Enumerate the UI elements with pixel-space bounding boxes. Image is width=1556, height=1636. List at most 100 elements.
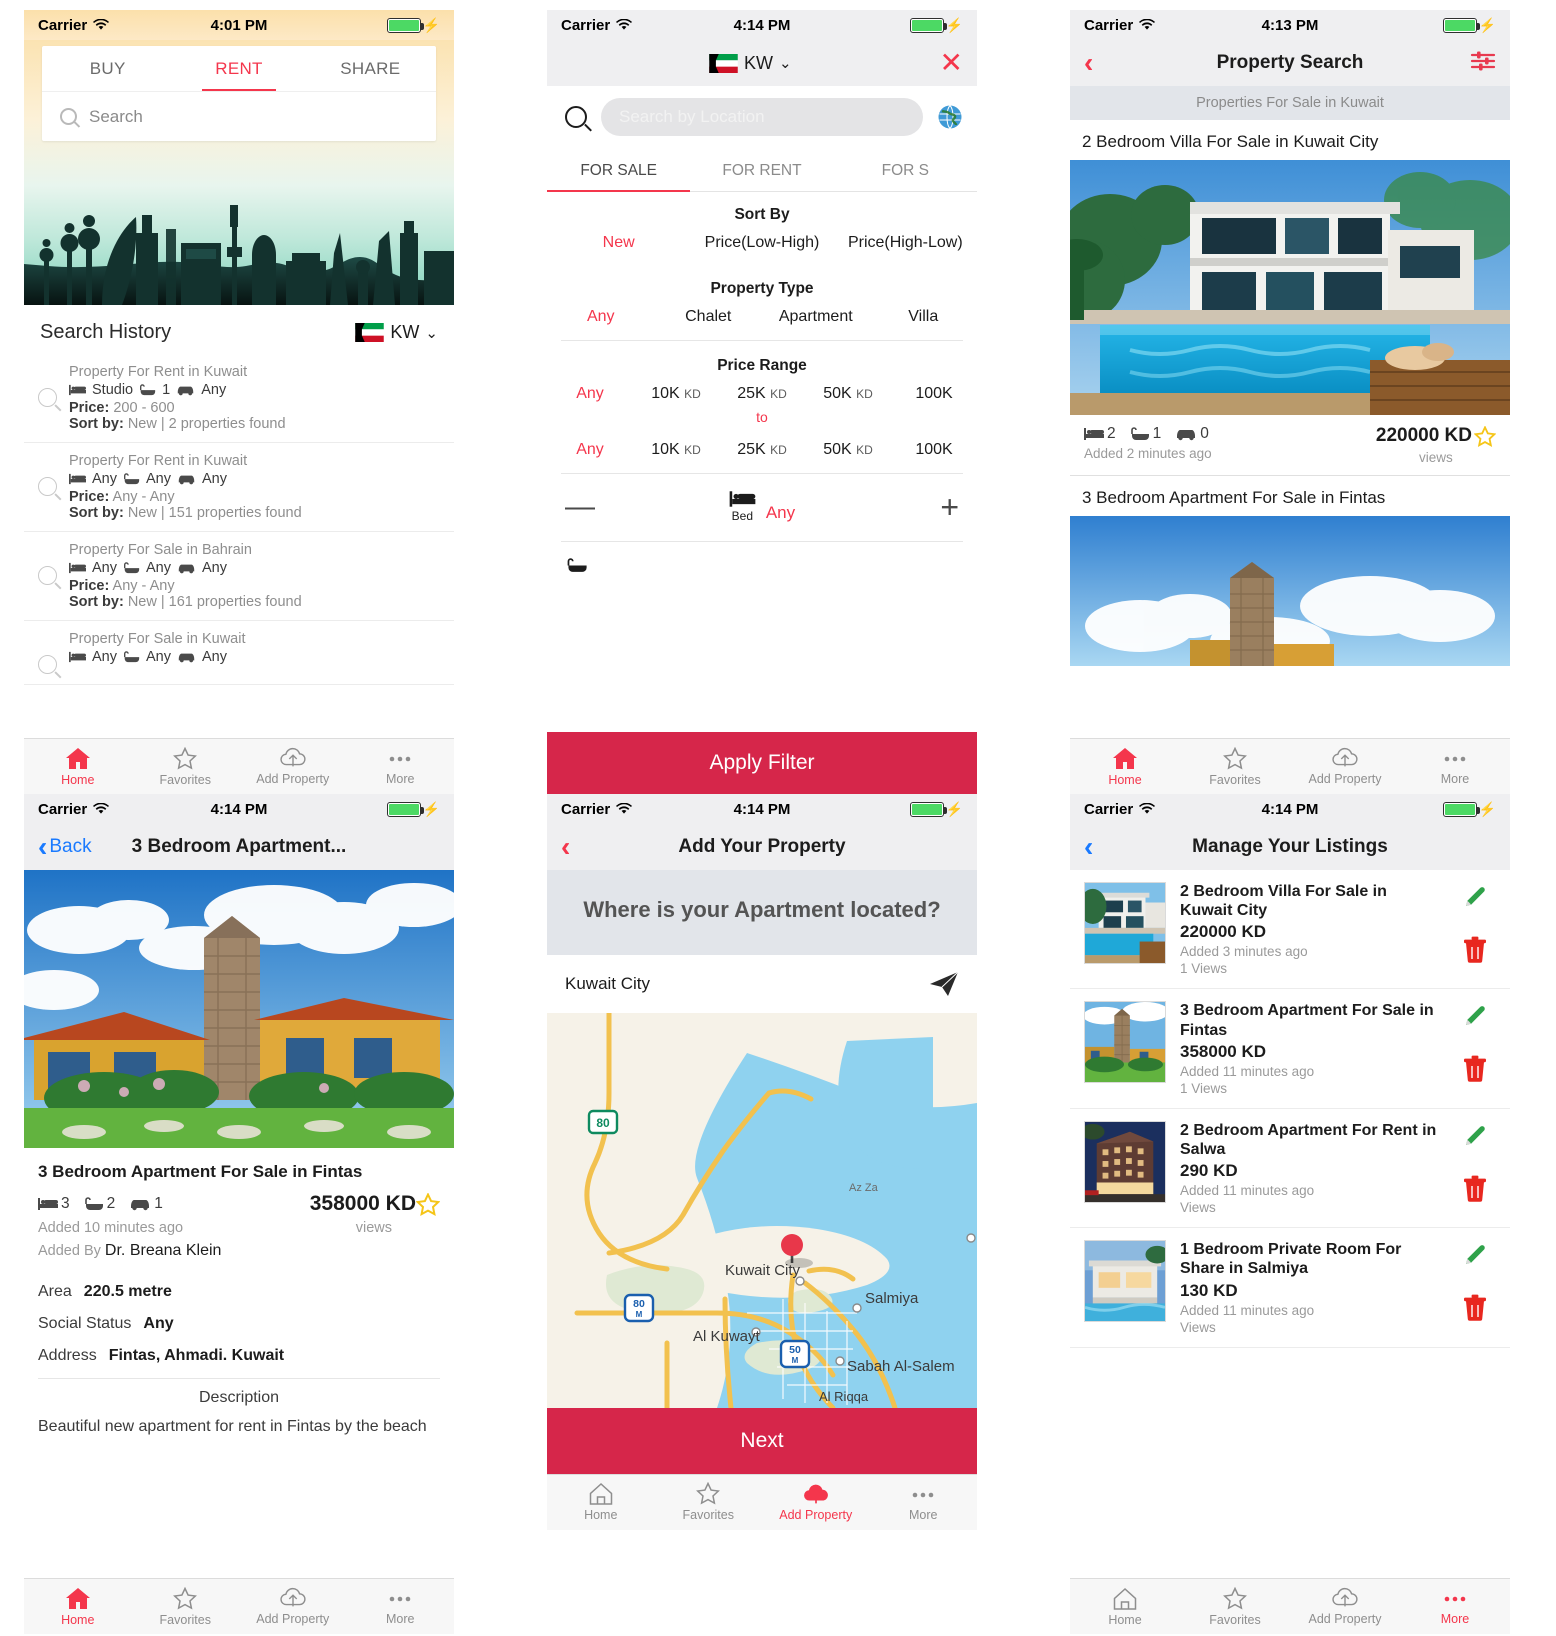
delete-trash-icon[interactable] bbox=[1462, 1055, 1488, 1083]
property-photo[interactable] bbox=[24, 870, 454, 1148]
back-icon[interactable]: ‹ bbox=[1084, 49, 1093, 77]
price-to-50k[interactable]: 50K KD bbox=[805, 441, 891, 459]
sort-option-price-low-high[interactable]: Price(Low-High) bbox=[690, 234, 833, 252]
tab-more[interactable]: More bbox=[1400, 1579, 1510, 1634]
sort-options[interactable]: New Price(Low-High) Price(High-Low) bbox=[547, 224, 977, 266]
tab-home[interactable]: Home bbox=[1070, 739, 1180, 794]
edit-pencil-icon[interactable] bbox=[1462, 1123, 1488, 1149]
property-type-chalet[interactable]: Chalet bbox=[655, 308, 763, 326]
list-item[interactable]: Property For Rent in Kuwait Studio 1 Any… bbox=[24, 354, 454, 443]
tab-home[interactable]: Home bbox=[1070, 1579, 1180, 1634]
filter-mode-tabs[interactable]: FOR SALE FOR RENT FOR S bbox=[547, 150, 977, 192]
edit-pencil-icon[interactable] bbox=[1462, 884, 1488, 910]
property-type-any[interactable]: Any bbox=[547, 308, 655, 326]
tab-add-property[interactable]: Add Property bbox=[1290, 1579, 1400, 1634]
delete-trash-icon[interactable] bbox=[1462, 1175, 1488, 1203]
result-title[interactable]: 3 Bedroom Apartment For Sale in Fintas bbox=[1070, 476, 1510, 516]
filter-sliders-icon[interactable] bbox=[1470, 50, 1496, 77]
location-input-row[interactable]: Kuwait City bbox=[547, 954, 977, 1013]
table-row[interactable]: 2 Bedroom Villa For Sale in Kuwait City … bbox=[1070, 870, 1510, 990]
list-item[interactable]: Property For Sale in Bahrain Any Any Any… bbox=[24, 532, 454, 621]
price-to-any[interactable]: Any bbox=[547, 441, 633, 459]
close-icon[interactable]: ✕ bbox=[940, 49, 963, 77]
back-button[interactable]: ‹ Back bbox=[38, 833, 92, 861]
country-selector[interactable]: KW ⌄ bbox=[709, 53, 792, 74]
globe-icon[interactable] bbox=[937, 104, 963, 130]
tab-more[interactable]: More bbox=[1400, 739, 1510, 794]
price-from-any[interactable]: Any bbox=[547, 385, 633, 403]
tab-rent[interactable]: RENT bbox=[173, 46, 304, 91]
tab-home[interactable]: Home bbox=[24, 1579, 132, 1634]
tab-buy[interactable]: BUY bbox=[42, 46, 173, 91]
tab-add-property[interactable]: Add Property bbox=[1290, 739, 1400, 794]
apply-filter-button[interactable]: Apply Filter bbox=[547, 732, 977, 794]
tab-favorites[interactable]: Favorites bbox=[655, 1475, 763, 1530]
table-row[interactable]: 2 Bedroom Apartment For Rent in Salwa 29… bbox=[1070, 1109, 1510, 1229]
tab-favorites[interactable]: Favorites bbox=[1180, 739, 1290, 794]
result-title[interactable]: 2 Bedroom Villa For Sale in Kuwait City bbox=[1070, 120, 1510, 160]
tab-add-property[interactable]: Add Property bbox=[239, 1579, 347, 1634]
send-location-icon[interactable] bbox=[929, 971, 959, 997]
tab-home[interactable]: Home bbox=[547, 1475, 655, 1530]
price-to-100k[interactable]: 100K bbox=[891, 441, 977, 459]
tab-more[interactable]: More bbox=[347, 739, 455, 794]
search-input[interactable]: Search by Location bbox=[601, 98, 923, 136]
bottom-tab-bar[interactable]: Home Favorites Add Property More bbox=[24, 738, 454, 794]
search-input[interactable]: Search bbox=[42, 92, 436, 141]
tab-favorites[interactable]: Favorites bbox=[132, 1579, 240, 1634]
tab-add-property[interactable]: Add Property bbox=[762, 1475, 870, 1530]
back-icon[interactable]: ‹ bbox=[561, 833, 570, 861]
search-icon[interactable] bbox=[565, 106, 587, 128]
tab-for-sale[interactable]: FOR SALE bbox=[547, 150, 691, 192]
bottom-tab-bar[interactable]: Home Favorites Add Property More bbox=[24, 1578, 454, 1634]
price-from-50k[interactable]: 50K KD bbox=[805, 385, 891, 403]
delete-trash-icon[interactable] bbox=[1462, 936, 1488, 964]
property-photo[interactable] bbox=[1070, 160, 1510, 415]
property-type-villa[interactable]: Villa bbox=[870, 308, 978, 326]
favorite-star-icon[interactable] bbox=[416, 1192, 440, 1216]
tab-home[interactable]: Home bbox=[24, 739, 132, 794]
tab-share[interactable]: SHARE bbox=[305, 46, 436, 91]
property-type-options[interactable]: Any Chalet Apartment Villa bbox=[547, 298, 977, 340]
price-from-options[interactable]: Any 10K KD 25K KD 50K KD 100K bbox=[547, 375, 977, 407]
listing-thumbnail[interactable] bbox=[1084, 1001, 1166, 1084]
price-from-25k[interactable]: 25K KD bbox=[719, 385, 805, 403]
listing-thumbnail[interactable] bbox=[1084, 882, 1166, 964]
price-to-options[interactable]: Any 10K KD 25K KD 50K KD 100K bbox=[547, 431, 977, 473]
tab-add-property[interactable]: Add Property bbox=[239, 739, 347, 794]
tab-more[interactable]: More bbox=[870, 1475, 978, 1530]
listing-thumbnail[interactable] bbox=[1084, 1120, 1166, 1203]
edit-pencil-icon[interactable] bbox=[1462, 1003, 1488, 1029]
bed-decrement-button[interactable]: — bbox=[565, 491, 605, 522]
list-item[interactable]: Property For Rent in Kuwait Any Any Any … bbox=[24, 443, 454, 532]
price-from-100k[interactable]: 100K bbox=[891, 385, 977, 403]
back-icon[interactable]: ‹ bbox=[1084, 833, 1093, 861]
country-selector[interactable]: KW ⌄ bbox=[355, 322, 438, 343]
tab-for-rent[interactable]: FOR RENT bbox=[690, 150, 833, 191]
sort-option-price-high-low[interactable]: Price(High-Low) bbox=[834, 234, 977, 252]
price-from-10k[interactable]: 10K KD bbox=[633, 385, 719, 403]
listing-mode-tabs[interactable]: BUY RENT SHARE bbox=[42, 46, 436, 92]
next-button[interactable]: Next bbox=[547, 1407, 977, 1474]
listing-thumbnail[interactable] bbox=[1084, 1240, 1166, 1323]
favorite-star-icon[interactable] bbox=[1474, 425, 1496, 447]
tab-for-share[interactable]: FOR S bbox=[834, 150, 977, 191]
sort-option-new[interactable]: New bbox=[547, 234, 690, 252]
table-row[interactable]: 3 Bedroom Apartment For Sale in Fintas 3… bbox=[1070, 989, 1510, 1109]
table-row[interactable]: 1 Bedroom Private Room For Share in Salm… bbox=[1070, 1228, 1510, 1348]
list-item[interactable]: Property For Sale in Kuwait Any Any Any bbox=[24, 621, 454, 685]
tab-more[interactable]: More bbox=[347, 1579, 455, 1634]
location-map[interactable]: 80 80 M 50 M Kuwait City Salmiya Al Kuwa… bbox=[547, 1012, 977, 1408]
bottom-tab-bar[interactable]: Home Favorites Add Property More bbox=[547, 1473, 978, 1530]
property-photo[interactable] bbox=[1070, 516, 1510, 666]
bottom-tab-bar[interactable]: Home Favorites Add Property More bbox=[1070, 1578, 1510, 1634]
tab-favorites[interactable]: Favorites bbox=[132, 739, 240, 794]
tab-favorites[interactable]: Favorites bbox=[1180, 1579, 1290, 1634]
property-type-apartment[interactable]: Apartment bbox=[762, 308, 870, 326]
delete-trash-icon[interactable] bbox=[1462, 1294, 1488, 1322]
price-to-10k[interactable]: 10K KD bbox=[633, 441, 719, 459]
price-to-25k[interactable]: 25K KD bbox=[719, 441, 805, 459]
bed-increment-button[interactable]: + bbox=[919, 491, 959, 523]
edit-pencil-icon[interactable] bbox=[1462, 1242, 1488, 1268]
bottom-tab-bar[interactable]: Home Favorites Add Property More bbox=[1070, 738, 1510, 794]
